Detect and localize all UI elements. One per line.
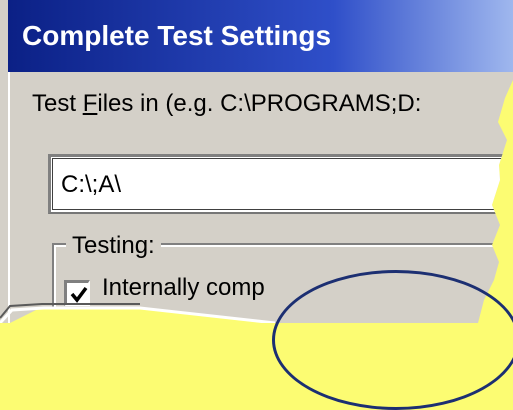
test-files-label-suffix: iles in (e.g. C:\PROGRAMS;D: [97, 90, 422, 117]
checkmark-icon [70, 286, 88, 303]
testing-group-legend: Testing: [66, 232, 161, 260]
internally-compare-label: Internally comp [102, 274, 265, 301]
window-frame [0, 0, 8, 323]
test-files-label-mnemonic: F [82, 90, 98, 117]
dialog-client-area: Test Files in (e.g. C:\PROGRAMS;D: Testi… [8, 72, 513, 323]
internally-compare-checkbox[interactable] [64, 280, 90, 306]
test-files-label: Test Files in (e.g. C:\PROGRAMS;D: [32, 90, 421, 118]
test-files-label-prefix: Test [32, 90, 83, 117]
window-title: Complete Test Settings [22, 20, 332, 51]
dialog-window: Complete Test Settings Test Files in (e.… [0, 0, 513, 323]
title-bar[interactable]: Complete Test Settings [0, 0, 513, 72]
test-files-path-input[interactable] [48, 154, 513, 214]
